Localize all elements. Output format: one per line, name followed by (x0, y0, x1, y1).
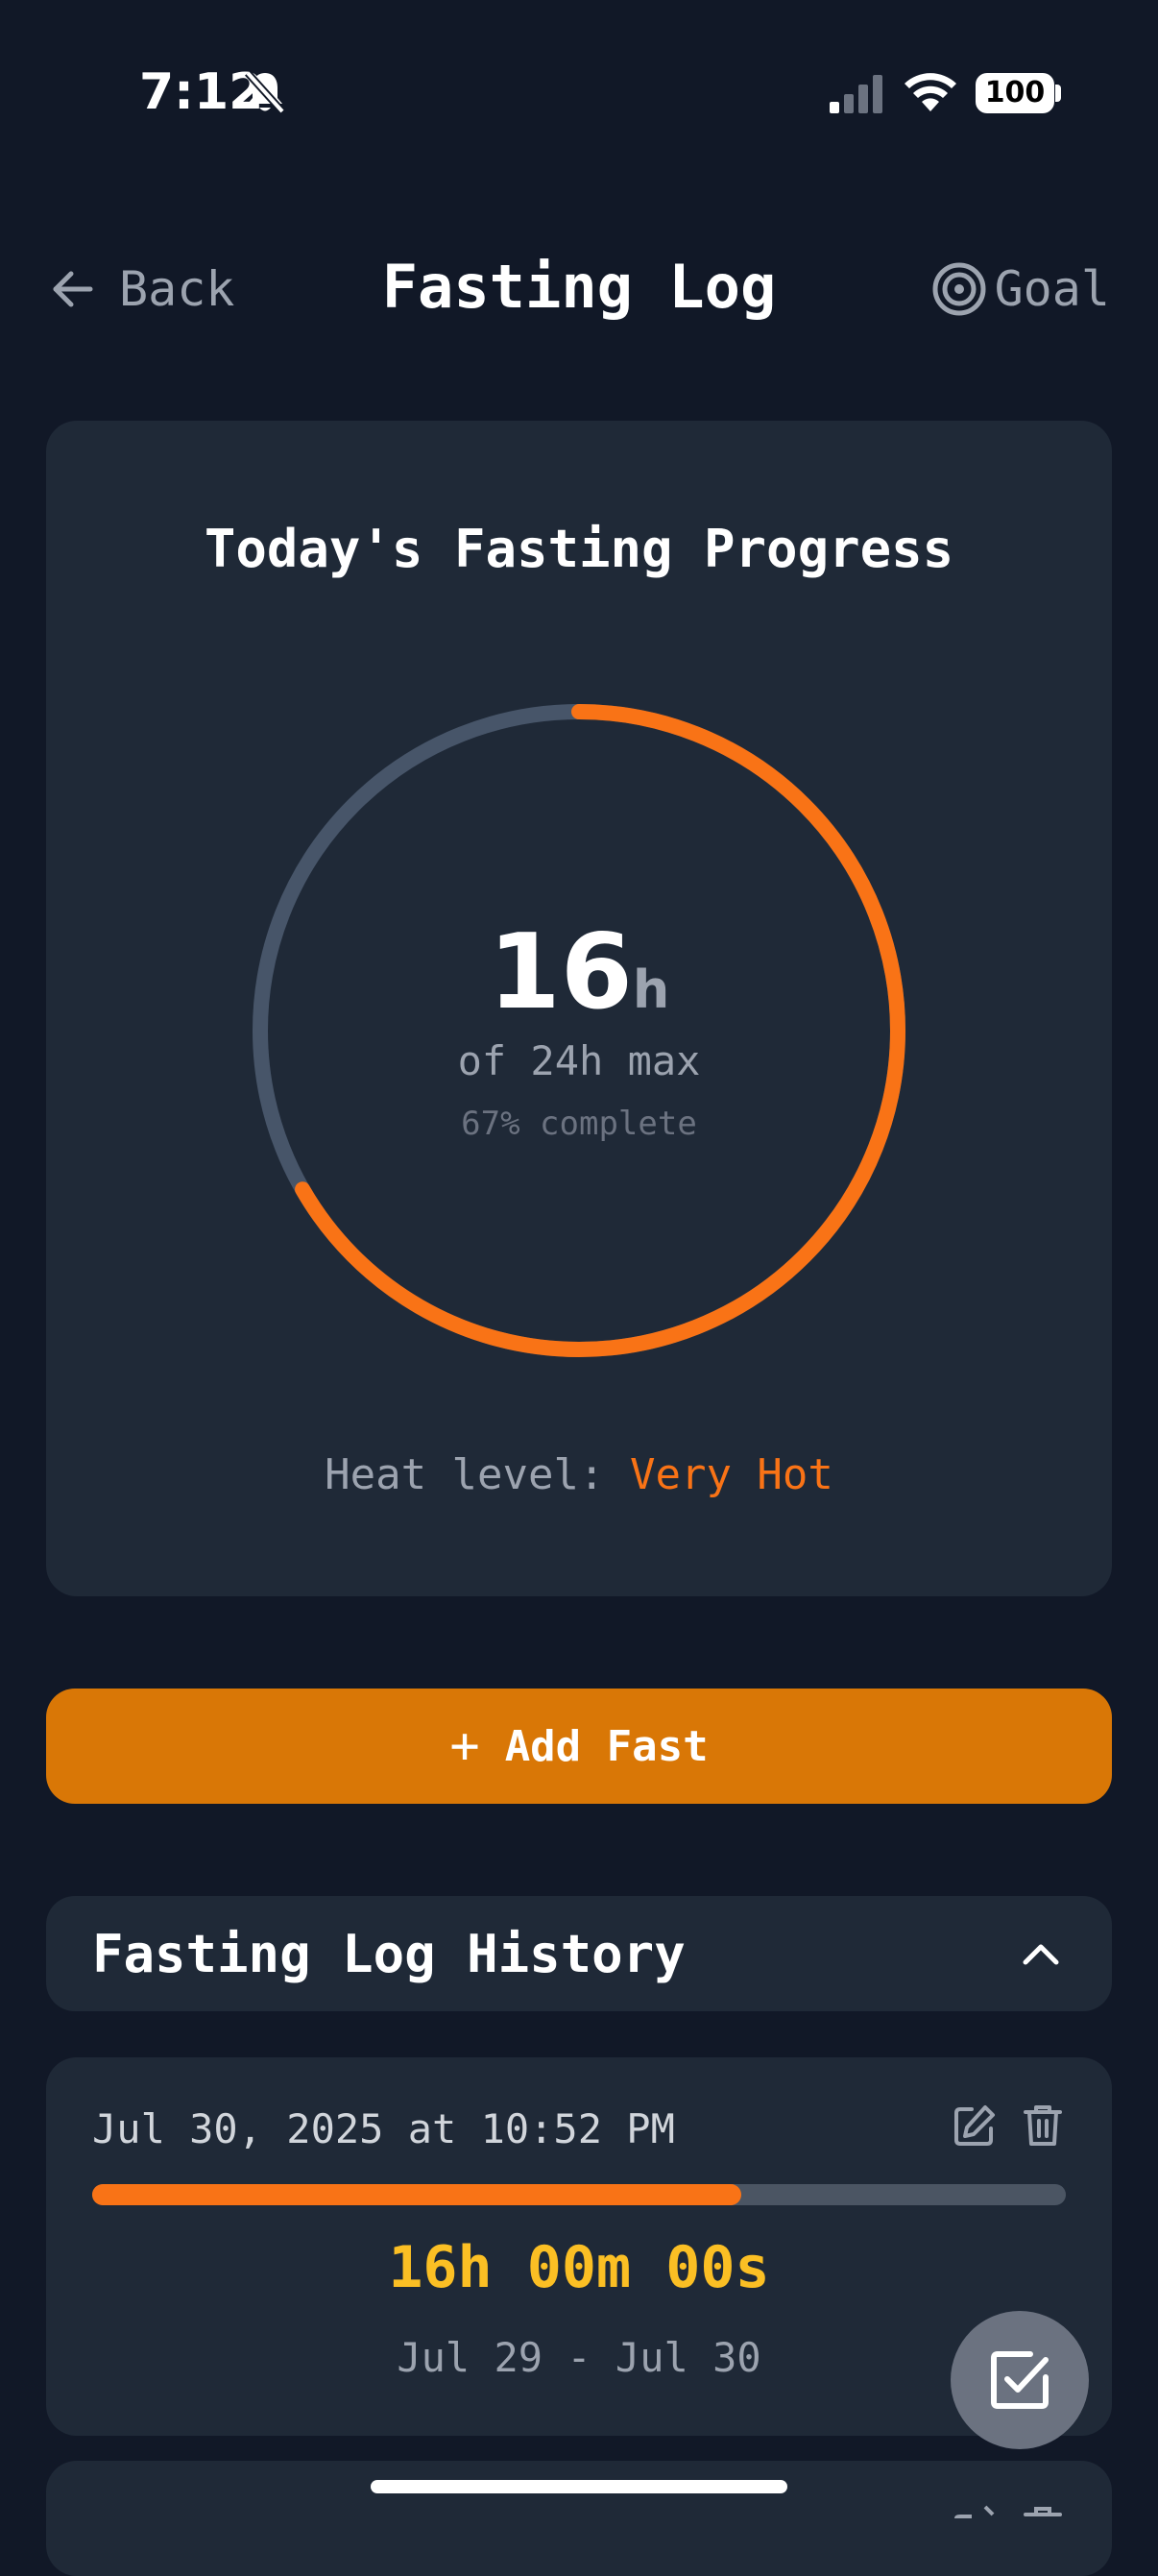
chevron-up-icon (1023, 1944, 1059, 1965)
heat-label: Heat level: (325, 1450, 630, 1499)
history-title: Fasting Log History (92, 1923, 686, 1984)
battery-icon: 100 (976, 73, 1054, 113)
entry-date: Jul 30, 2025 at 10:52 PM (92, 2105, 675, 2152)
home-indicator[interactable] (371, 2480, 787, 2493)
goal-label: Goal (994, 261, 1110, 317)
hours-unit: h (632, 960, 670, 1020)
wifi-icon (903, 69, 958, 117)
heat-level: Heat level: Very Hot (0, 1450, 1158, 1499)
bell-off-icon (244, 69, 286, 119)
add-fast-label: Add Fast (504, 1721, 709, 1771)
max-hours-label: of 24h max (457, 1037, 701, 1084)
check-square-icon (991, 2351, 1049, 2409)
hours-display: 16h (0, 912, 1158, 1033)
plus-icon: + (449, 1717, 480, 1775)
goal-button[interactable]: Goal (931, 259, 1110, 319)
history-toggle[interactable]: Fasting Log History (46, 1896, 1112, 2011)
target-icon (932, 262, 986, 316)
signal-icon (828, 73, 885, 117)
add-fast-button[interactable]: + Add Fast (46, 1689, 1112, 1804)
percent-complete: 67% complete (461, 1105, 697, 1143)
progress-title: Today's Fasting Progress (204, 519, 954, 579)
checklist-fab[interactable] (951, 2311, 1089, 2449)
edit-icon[interactable] (953, 2103, 997, 2151)
heat-value: Very Hot (629, 1450, 833, 1499)
edit-icon[interactable] (953, 2503, 997, 2522)
trash-icon[interactable] (1024, 2503, 1062, 2522)
battery-nub (1055, 85, 1061, 102)
entry-duration: 16h 00m 00s (388, 2234, 770, 2301)
trash-icon[interactable] (1024, 2103, 1062, 2151)
entry-progress-fill (92, 2184, 742, 2205)
hours-value: 16 (488, 912, 633, 1033)
